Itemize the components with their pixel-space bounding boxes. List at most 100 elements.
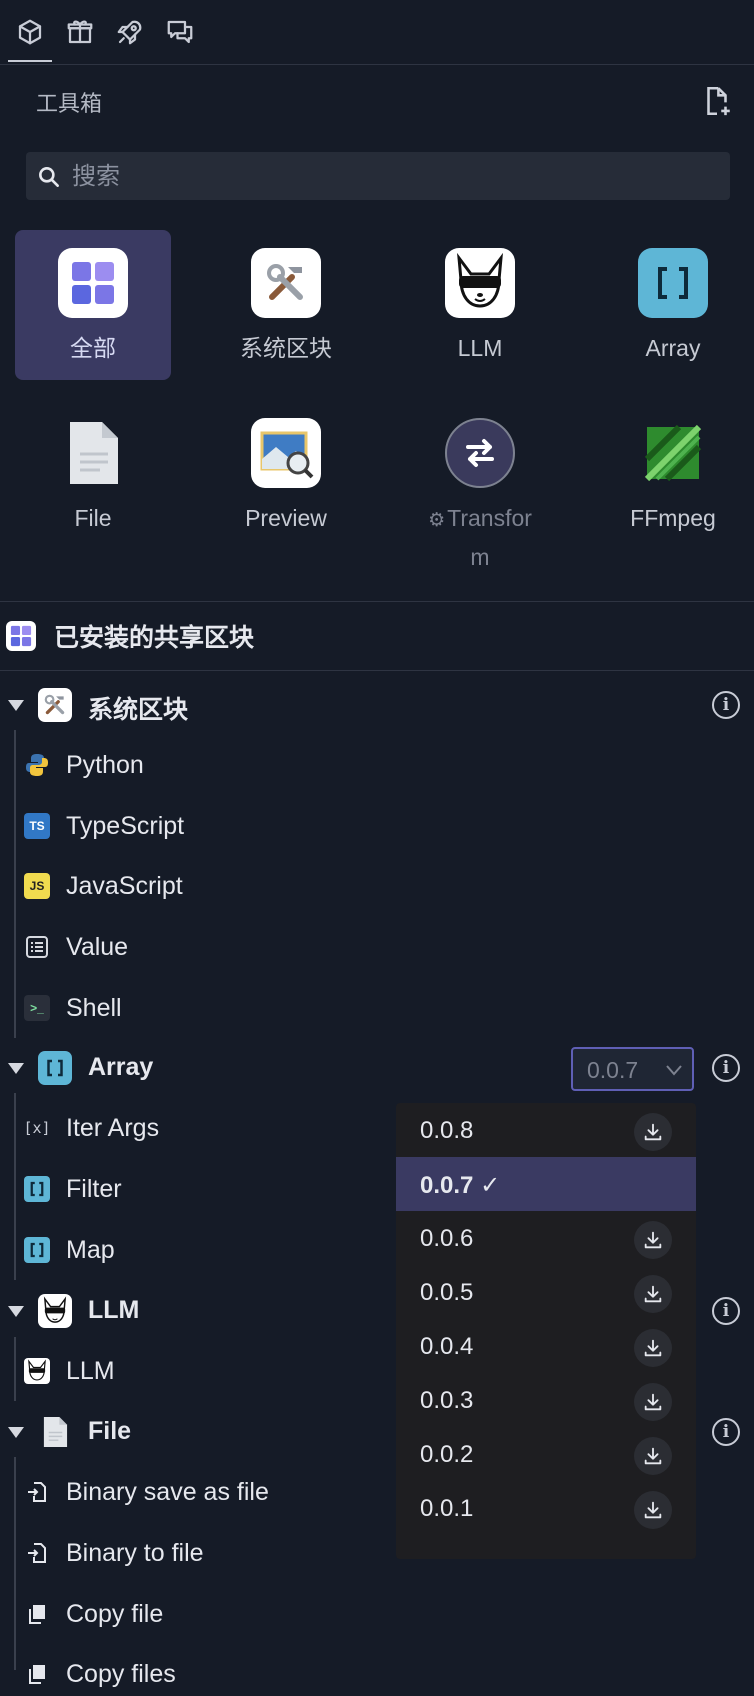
version-value: 0.0.7: [587, 1057, 639, 1083]
verified-badge-icon: ⚙: [428, 510, 446, 531]
brackets-icon: [638, 248, 708, 318]
block-item-shell[interactable]: >_ Shell: [24, 986, 384, 1030]
block-item-copy-file[interactable]: Copy file: [24, 1592, 384, 1636]
version-option[interactable]: 0.0.4: [396, 1319, 696, 1373]
version-option[interactable]: 0.0.2: [396, 1427, 696, 1481]
category-label: FFmpeg: [630, 505, 716, 531]
block-item-value[interactable]: Value: [24, 925, 384, 969]
llm-mascot-icon: [24, 1358, 50, 1384]
download-icon[interactable]: [634, 1329, 672, 1367]
category-label: ⚙Transfor m: [428, 505, 532, 570]
ffmpeg-logo-icon: [638, 418, 708, 488]
value-icon: [24, 934, 50, 960]
tree-guide-line: [14, 1337, 16, 1401]
preview-icon: [251, 418, 321, 488]
chevron-down-icon: [666, 1065, 682, 1076]
block-label: Value: [66, 932, 129, 961]
info-icon[interactable]: i: [712, 1297, 740, 1325]
grid-icon: [58, 248, 128, 318]
category-label: Preview: [245, 505, 327, 531]
file-plus-icon: [707, 86, 730, 116]
version-option[interactable]: 0.0.6: [396, 1211, 696, 1265]
block-label: Copy files: [66, 1659, 176, 1688]
info-icon[interactable]: i: [712, 1054, 740, 1082]
category-label: LLM: [457, 335, 503, 361]
expand-triangle-icon[interactable]: [8, 1427, 24, 1438]
installed-blocks-header: 已安装的共享区块: [6, 618, 254, 654]
expand-triangle-icon[interactable]: [8, 700, 24, 711]
block-item-binary-save-as-file[interactable]: Binary save as file: [24, 1470, 384, 1514]
swap-icon: [445, 418, 515, 488]
document-icon: [38, 1415, 72, 1449]
version-option[interactable]: 0.0.5: [396, 1265, 696, 1319]
block-item-filter[interactable]: Filter: [24, 1167, 384, 1211]
tools-icon: [38, 688, 72, 722]
llm-mascot-icon: [38, 1294, 72, 1328]
installed-blocks-title: 已安装的共享区块: [54, 624, 255, 652]
brackets-icon: [38, 1051, 72, 1085]
block-item-typescript[interactable]: TS TypeScript: [24, 804, 384, 848]
expand-triangle-icon[interactable]: [8, 1306, 24, 1317]
category-all[interactable]: 全部: [15, 230, 171, 380]
tree-guide-line: [14, 1093, 16, 1280]
category-array[interactable]: Array: [595, 230, 751, 380]
category-ffmpeg[interactable]: FFmpeg: [595, 400, 751, 550]
block-label: Iter Args: [66, 1113, 160, 1142]
block-label: Map: [66, 1235, 115, 1264]
tree-guide-line: [14, 730, 16, 1038]
iter-args-icon: [x]: [23, 1119, 51, 1137]
block-item-copy-files[interactable]: Copy files: [24, 1652, 384, 1696]
version-select[interactable]: 0.0.7: [571, 1047, 694, 1091]
category-label: 全部: [70, 335, 116, 361]
search-input[interactable]: [70, 152, 714, 202]
group-system-blocks[interactable]: 系统区块 i: [0, 684, 754, 728]
new-block-button[interactable]: [700, 84, 734, 118]
divider: [0, 601, 754, 602]
version-option-selected[interactable]: 0.0.7 ✓: [396, 1157, 696, 1211]
brackets-icon: [24, 1237, 50, 1263]
typescript-icon: TS: [24, 813, 50, 839]
tab-gifts[interactable]: [58, 10, 102, 54]
cube-icon: [18, 19, 42, 45]
category-preview[interactable]: Preview: [208, 400, 364, 550]
toolbox-title: 工具箱: [36, 91, 103, 116]
block-item-python[interactable]: Python: [24, 743, 384, 787]
download-icon[interactable]: [634, 1275, 672, 1313]
tree-guide-line: [14, 1457, 16, 1670]
download-icon[interactable]: [634, 1491, 672, 1529]
category-system-blocks[interactable]: 系统区块: [208, 230, 364, 380]
block-item-binary-to-file[interactable]: Binary to file: [24, 1531, 384, 1575]
download-icon[interactable]: [634, 1221, 672, 1259]
file-import-icon: [24, 1479, 50, 1505]
copy-icon: [24, 1601, 50, 1627]
search-icon: [36, 164, 62, 190]
category-label: File: [74, 505, 112, 531]
tab-blocks[interactable]: [8, 10, 52, 62]
group-title: LLM: [88, 1296, 140, 1324]
block-item-iter-args[interactable]: [x] Iter Args: [23, 1106, 384, 1150]
download-icon[interactable]: [634, 1383, 672, 1421]
download-icon[interactable]: [634, 1113, 672, 1151]
file-import-icon: [24, 1540, 50, 1566]
block-label: LLM: [66, 1356, 115, 1385]
block-item-javascript[interactable]: JS JavaScript: [24, 864, 384, 908]
version-option[interactable]: 0.0.3: [396, 1373, 696, 1427]
top-tab-bar: [0, 0, 754, 65]
check-icon: ✓: [480, 1172, 501, 1199]
category-llm[interactable]: LLM: [402, 230, 558, 380]
version-option[interactable]: 0.0.8: [396, 1103, 696, 1157]
expand-triangle-icon[interactable]: [8, 1063, 24, 1074]
block-item-map[interactable]: Map: [24, 1228, 384, 1272]
category-file[interactable]: File: [15, 400, 171, 550]
category-transform[interactable]: ⚙Transfor m: [402, 400, 558, 570]
version-option[interactable]: 0.0.1: [396, 1481, 696, 1535]
download-icon[interactable]: [634, 1437, 672, 1475]
gift-icon: [67, 20, 93, 44]
tab-messages[interactable]: [158, 10, 202, 54]
tab-launch[interactable]: [108, 10, 152, 54]
info-icon[interactable]: i: [712, 1418, 740, 1446]
info-icon[interactable]: i: [712, 691, 740, 719]
block-item-llm[interactable]: LLM: [24, 1349, 384, 1393]
group-title: 系统区块: [88, 696, 189, 724]
group-title: Array: [88, 1053, 154, 1081]
